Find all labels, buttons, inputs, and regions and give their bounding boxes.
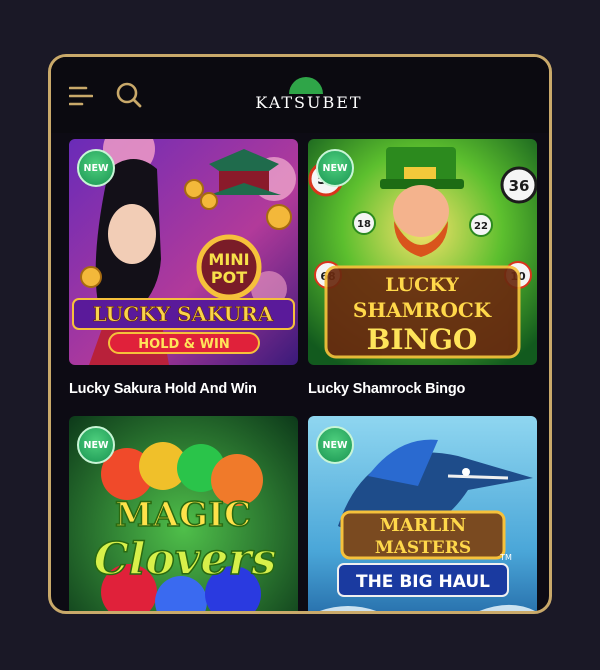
top-header: KATSUBET — [51, 57, 549, 133]
art-minipot-line1: MINI — [208, 250, 249, 269]
search-icon[interactable] — [115, 81, 143, 109]
art-title-line2: MASTERS — [375, 538, 471, 558]
bingo-ball-label: 36 — [509, 177, 530, 195]
game-thumbnail[interactable]: MARLIN MASTERS THE BIG HAUL TM NEW — [308, 416, 537, 611]
art-title-line2: SHAMROCK — [353, 298, 492, 322]
art-title-line2: Clovers — [94, 534, 277, 585]
art-title-line1: LUCKY — [385, 274, 459, 296]
bingo-ball-label: 22 — [474, 221, 488, 232]
game-card-marlin-masters[interactable]: MARLIN MASTERS THE BIG HAUL TM NEW — [308, 416, 537, 611]
bingo-ball-label: 18 — [357, 219, 371, 230]
logo-text: KATSUBET — [255, 93, 363, 112]
game-title[interactable]: Lucky Sakura Hold And Win — [69, 381, 298, 397]
game-card-lucky-shamrock-bingo[interactable]: 5 36 18 22 68 10 LUCKY SHAMROCK BINGO NE… — [308, 139, 537, 397]
game-thumbnail[interactable]: MAGIC Clovers NEW — [69, 416, 298, 611]
device-frame: KATSUBET MINI POT LUCKY SAKURA HOLD & WI… — [48, 54, 552, 614]
new-badge: NEW — [77, 149, 115, 187]
art-title-line3: BINGO — [367, 323, 478, 356]
art-title-main: LUCKY SAKURA — [93, 302, 274, 326]
art-title-line1: MAGIC — [115, 495, 251, 535]
game-title[interactable]: Lucky Shamrock Bingo — [308, 381, 537, 397]
hamburger-menu-icon[interactable] — [69, 85, 93, 107]
art-title-line1: MARLIN — [380, 515, 466, 536]
art-title-line3: THE BIG HAUL — [356, 572, 490, 592]
new-badge: NEW — [316, 426, 354, 464]
art-trademark: TM — [499, 553, 512, 562]
new-badge: NEW — [316, 149, 354, 187]
game-card-lucky-sakura[interactable]: MINI POT LUCKY SAKURA HOLD & WIN NEW Luc… — [69, 139, 298, 397]
game-thumbnail[interactable]: MINI POT LUCKY SAKURA HOLD & WIN NEW — [69, 139, 298, 365]
katsubet-logo[interactable]: KATSUBET — [249, 77, 369, 117]
art-minipot-line2: POT — [211, 268, 247, 287]
logo-dome-icon — [289, 77, 323, 94]
new-badge: NEW — [77, 426, 115, 464]
game-card-magic-clovers[interactable]: MAGIC Clovers NEW — [69, 416, 298, 611]
art-title-sub: HOLD & WIN — [138, 337, 229, 352]
game-thumbnail[interactable]: 5 36 18 22 68 10 LUCKY SHAMROCK BINGO NE… — [308, 139, 537, 365]
